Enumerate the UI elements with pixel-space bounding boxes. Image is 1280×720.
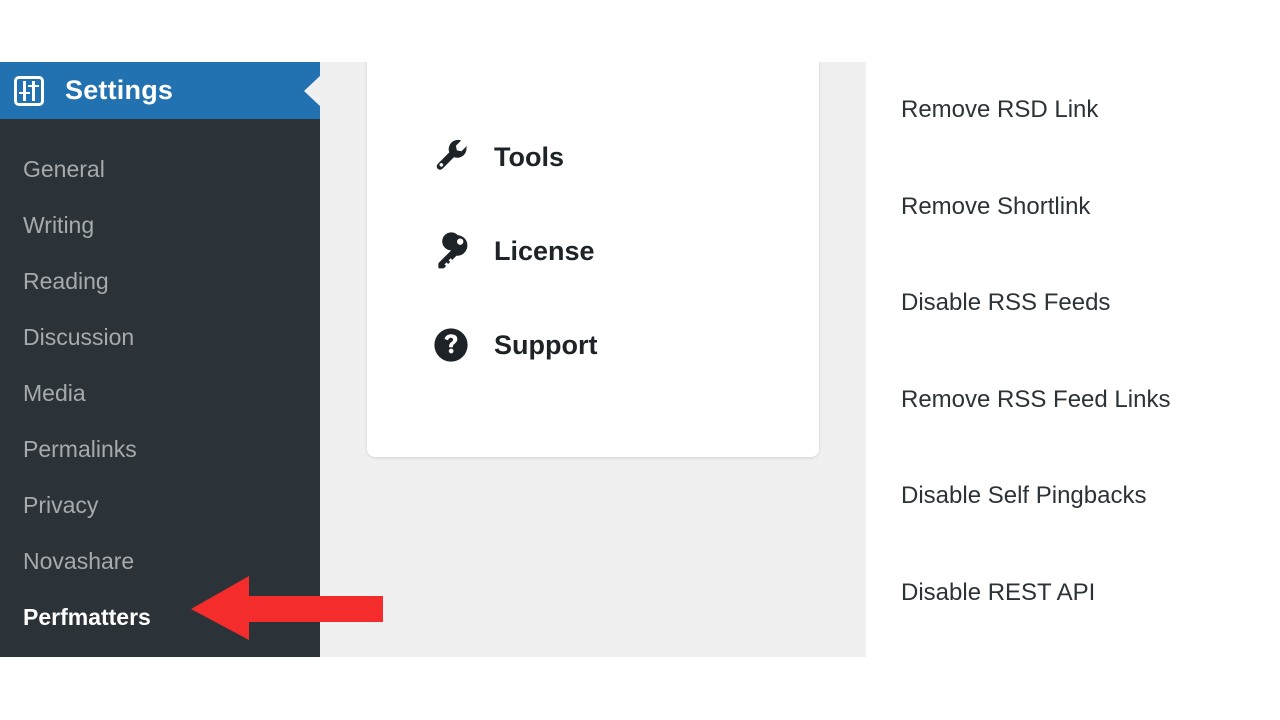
sidebar-item-discussion[interactable]: Discussion — [0, 309, 320, 365]
nav-item-label: License — [494, 235, 595, 266]
nav-item-label: Support — [494, 329, 598, 360]
plugin-nav-card: Tools License Support — [367, 62, 819, 457]
sidebar-item-perfmatters[interactable]: Perfmatters — [0, 589, 320, 645]
option-label: Disable REST API — [901, 578, 1096, 606]
nav-item-tools[interactable]: Tools — [367, 110, 819, 204]
sidebar-header-title: Settings — [65, 75, 174, 105]
sidebar-item-general[interactable]: General — [0, 141, 320, 197]
wordpress-admin-capture: Settings General Writing Reading Discuss… — [0, 62, 866, 657]
nav-item-license[interactable]: License — [367, 204, 819, 298]
active-menu-notch — [304, 74, 321, 107]
option-label: Remove RSD Link — [901, 96, 1099, 124]
sidebar-item-writing[interactable]: Writing — [0, 197, 320, 253]
question-circle-icon — [430, 326, 472, 364]
list-item[interactable]: Remove RSS Feed Links — [901, 352, 1280, 449]
list-item[interactable]: Remove RSD Link — [901, 62, 1280, 159]
list-item[interactable]: Remove Shortlink — [901, 159, 1280, 256]
sidebar-item-novashare[interactable]: Novashare — [0, 533, 320, 589]
key-icon — [430, 232, 472, 270]
screenshot-root: Settings General Writing Reading Discuss… — [0, 0, 1280, 720]
sidebar-item-media[interactable]: Media — [0, 365, 320, 421]
nav-item-support[interactable]: Support — [367, 298, 819, 392]
nav-item-label: Tools — [494, 141, 564, 172]
option-label: Disable RSS Feeds — [901, 289, 1111, 317]
settings-sliders-icon — [14, 75, 44, 106]
content-panel: Tools License Support — [320, 62, 866, 657]
options-list: Remove RSD Link Remove Shortlink Disable… — [901, 62, 1280, 657]
sidebar-header-settings[interactable]: Settings — [0, 62, 321, 119]
sidebar-item-privacy[interactable]: Privacy — [0, 477, 320, 533]
sidebar-item-reading[interactable]: Reading — [0, 253, 320, 309]
admin-sidebar: Settings General Writing Reading Discuss… — [0, 62, 321, 657]
option-label: Disable Self Pingbacks — [901, 482, 1147, 510]
option-label: Remove RSS Feed Links — [901, 385, 1171, 413]
settings-submenu: General Writing Reading Discussion Media… — [0, 119, 320, 645]
list-item[interactable]: Disable Self Pingbacks — [901, 448, 1280, 545]
wrench-icon — [430, 138, 472, 176]
option-label: Remove Shortlink — [901, 192, 1091, 220]
list-item[interactable]: Disable REST API — [901, 545, 1280, 642]
list-item[interactable]: Disable RSS Feeds — [901, 255, 1280, 352]
sidebar-item-permalinks[interactable]: Permalinks — [0, 421, 320, 477]
